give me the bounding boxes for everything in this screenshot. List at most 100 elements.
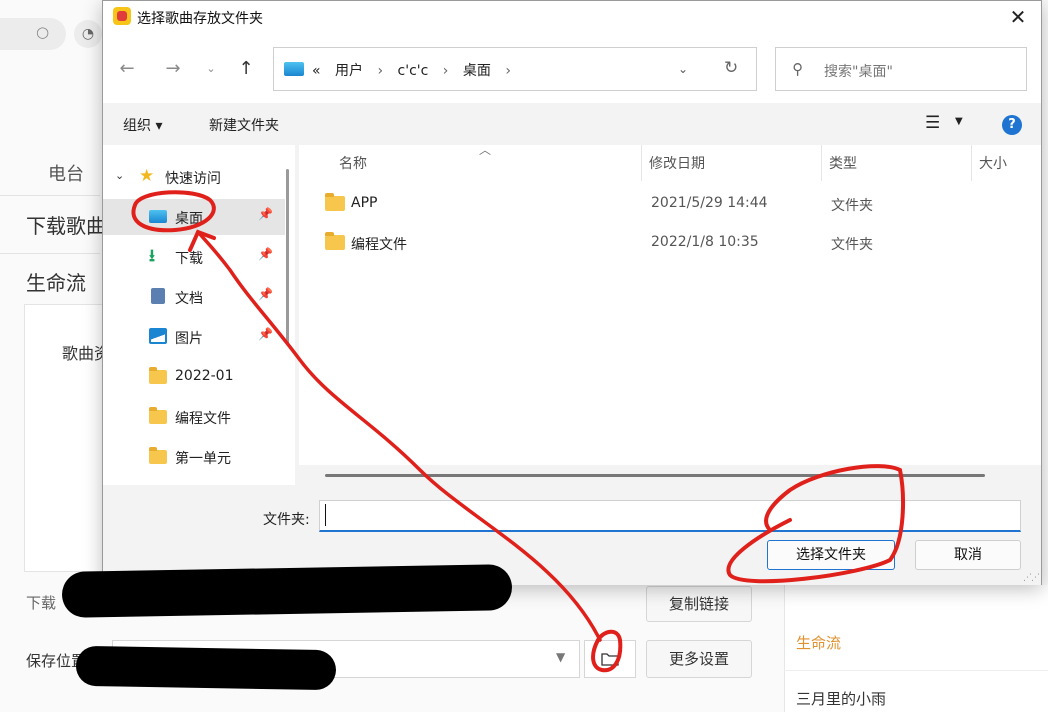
breadcrumb-item-user[interactable]: c'c'c	[398, 63, 429, 79]
star-icon: ★	[139, 166, 155, 186]
column-header-size[interactable]: 大小	[979, 153, 1007, 173]
sidebar-item-folder[interactable]: 2022-01	[103, 359, 285, 395]
up-arrow-icon[interactable]: ↑	[234, 57, 258, 81]
bg-heading-download: 下载歌曲	[26, 214, 106, 238]
folder-field-label: 文件夹:	[263, 512, 310, 528]
column-divider[interactable]	[641, 145, 642, 181]
column-header-date[interactable]: 修改日期	[649, 153, 705, 173]
redaction-mark	[75, 645, 337, 691]
sidebar-item-label: 图片	[175, 331, 203, 347]
chevron-down-icon[interactable]: ▼	[556, 650, 565, 664]
column-header-type[interactable]: 类型	[829, 153, 857, 173]
file-name: 编程文件	[351, 237, 407, 253]
pin-icon: 📌	[258, 247, 273, 261]
new-folder-button[interactable]: 新建文件夹	[209, 115, 279, 135]
sidebar-item-quick-access[interactable]: ⌄ ★ 快速访问	[103, 159, 285, 195]
sidebar-item-folder[interactable]: 第一单元	[103, 439, 285, 475]
divider	[784, 670, 1048, 671]
column-divider[interactable]	[971, 145, 972, 181]
picture-icon	[149, 328, 167, 344]
bg-download-label: 下载	[26, 594, 57, 612]
chevron-right-icon[interactable]: ›	[377, 63, 383, 79]
sort-ascending-icon: ︿	[479, 143, 492, 157]
view-options-icon[interactable]: ☰	[925, 113, 940, 133]
redaction-mark	[61, 564, 513, 618]
sidebar-item-label: 文档	[175, 291, 203, 307]
sidebar-item-label: 编程文件	[175, 411, 231, 427]
help-icon[interactable]: ?	[1002, 115, 1022, 135]
more-settings-button[interactable]: 更多设置	[646, 640, 752, 678]
chevron-down-icon[interactable]: ⌄	[115, 169, 124, 182]
nav-scrollbar[interactable]	[286, 169, 289, 345]
breadcrumb-overflow[interactable]: «	[312, 63, 321, 79]
list-item[interactable]: 三月里的小雨	[796, 688, 886, 709]
refresh-icon[interactable]: ↻	[724, 58, 738, 78]
table-row[interactable]: 编程文件 2022/1/8 10:35 文件夹	[319, 226, 1019, 262]
sidebar-item-label: 第一单元	[175, 451, 231, 467]
folder-name-input[interactable]	[319, 500, 1021, 532]
folder-icon	[325, 193, 345, 211]
bg-round-button[interactable]: ◔	[74, 20, 102, 48]
search-icon[interactable]: ○	[36, 24, 52, 40]
desktop-icon	[284, 62, 304, 76]
folder-icon	[325, 232, 345, 250]
select-folder-button[interactable]: 选择文件夹	[767, 540, 895, 570]
breadcrumb-item-users[interactable]: 用户	[335, 63, 363, 79]
dialog-toolbar: 组织 ▾ 新建文件夹 ☰ ▼ ?	[103, 103, 1041, 145]
chevron-down-icon[interactable]: ⌄	[199, 57, 223, 81]
bg-heading-song: 生命流	[26, 271, 86, 295]
dialog-title: 选择歌曲存放文件夹	[137, 11, 263, 27]
sidebar-item-documents[interactable]: 文档 📌	[103, 279, 285, 315]
chevron-down-icon[interactable]: ⌄	[678, 62, 688, 76]
file-name: APP	[351, 195, 378, 211]
close-button[interactable]: ✕	[995, 1, 1041, 35]
search-placeholder: 搜索"桌面"	[824, 64, 893, 80]
chevron-down-icon[interactable]: ▼	[955, 116, 963, 127]
sidebar-item-downloads[interactable]: ⭳ 下载 📌	[103, 239, 285, 275]
horizontal-scrollbar[interactable]	[325, 474, 985, 477]
sidebar-item-desktop[interactable]: 桌面 📌	[103, 199, 285, 235]
sidebar-item-label: 下载	[175, 251, 203, 267]
pin-icon: 📌	[258, 207, 273, 221]
sidebar-item-label: 2022-01	[175, 368, 234, 384]
divider	[0, 253, 100, 254]
sidebar-item-folder[interactable]: 编程文件	[103, 399, 285, 435]
sidebar-item-pictures[interactable]: 图片 📌	[103, 319, 285, 355]
resize-grip-icon[interactable]: ⋰⋰	[1023, 573, 1040, 583]
back-arrow-icon[interactable]: ←	[115, 57, 139, 81]
file-date: 2022/1/8 10:35	[651, 234, 759, 250]
column-header-name[interactable]: 名称	[339, 153, 367, 173]
file-list-pane: ︿ 名称 修改日期 类型 大小 APP 2021/5/29 14:44 文件夹 …	[299, 143, 1041, 465]
folder-icon	[149, 367, 167, 384]
search-input[interactable]: ⚲ 搜索"桌面"	[775, 47, 1027, 91]
list-item[interactable]: 生命流	[796, 632, 841, 653]
file-type: 文件夹	[831, 198, 873, 214]
sidebar-item-label: 快速访问	[165, 171, 221, 187]
pin-icon: 📌	[258, 287, 273, 301]
breadcrumb-item-desktop[interactable]: 桌面	[463, 63, 491, 79]
breadcrumb: « 用户 › c'c'c › 桌面 ›	[312, 60, 521, 80]
cancel-button[interactable]: 取消	[915, 540, 1021, 570]
document-icon	[151, 288, 165, 304]
dialog-titlebar: 选择歌曲存放文件夹 ✕	[103, 1, 1041, 35]
chevron-right-icon[interactable]: ›	[443, 63, 449, 79]
copy-link-button[interactable]: 复制链接	[646, 586, 752, 622]
chevron-right-icon[interactable]: ›	[505, 63, 511, 79]
text-caret	[325, 504, 326, 526]
column-divider[interactable]	[821, 145, 822, 181]
pin-icon: 📌	[258, 327, 273, 341]
table-row[interactable]: APP 2021/5/29 14:44 文件夹	[319, 187, 1019, 223]
download-icon: ⭳	[149, 246, 155, 266]
browse-folder-button[interactable]	[584, 640, 636, 678]
folder-open-icon	[601, 653, 619, 666]
file-date: 2021/5/29 14:44	[651, 195, 768, 211]
file-type: 文件夹	[831, 237, 873, 253]
folder-icon	[149, 407, 167, 424]
bg-tab-radio[interactable]: 电台	[48, 160, 84, 186]
address-bar[interactable]: « 用户 › c'c'c › 桌面 › ⌄ ↻	[273, 47, 757, 91]
sidebar-item-label: 桌面	[175, 211, 203, 227]
bg-search-field[interactable]	[0, 18, 66, 50]
forward-arrow-icon[interactable]: →	[161, 57, 185, 81]
app-logo-icon	[113, 7, 131, 25]
organize-menu-button[interactable]: 组织 ▾	[123, 115, 162, 135]
